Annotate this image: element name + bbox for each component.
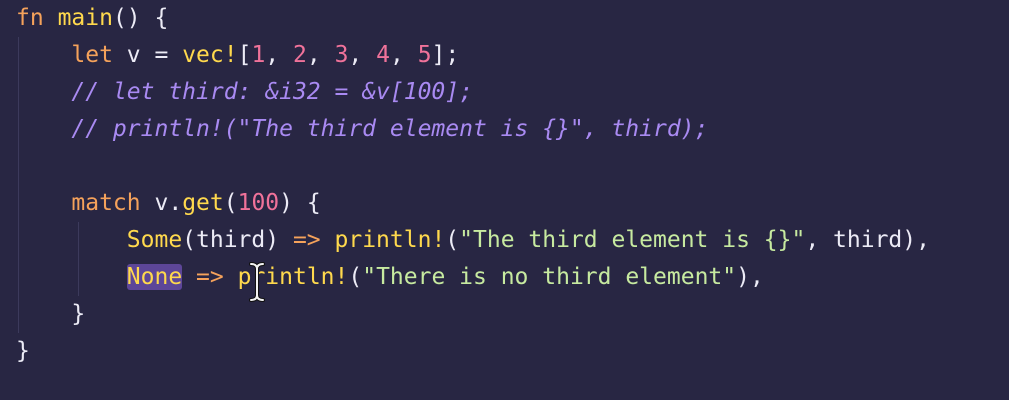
code-line[interactable]: let v = vec![1, 2, 3, 4, 5];	[16, 37, 459, 74]
code-token: (	[445, 227, 460, 253]
code-token: // println!("The third element is {}", t…	[71, 116, 709, 142]
code-token: ,	[389, 42, 418, 68]
code-line[interactable]: }	[16, 333, 30, 370]
code-token: (	[348, 264, 363, 290]
code-token: fn	[16, 5, 44, 31]
code-token: ,	[306, 42, 335, 68]
code-line[interactable]: // let third: &i32 = &v[100];	[16, 74, 473, 111]
code-token: () {	[112, 5, 169, 31]
code-token: main	[57, 5, 113, 31]
code-token: 5	[417, 42, 432, 68]
code-token: match	[71, 190, 141, 216]
code-line[interactable]: // println!("The third element is {}", t…	[16, 111, 708, 148]
code-token: let	[71, 42, 113, 68]
code-token: , third),	[805, 227, 930, 253]
code-token: ,	[348, 42, 377, 68]
code-token: =>	[196, 264, 224, 290]
code-token: 3	[334, 42, 349, 68]
code-token: 1	[251, 42, 266, 68]
code-token: (third)	[182, 227, 293, 253]
code-token: v =	[112, 42, 183, 68]
code-token: }	[71, 301, 86, 327]
code-line[interactable]: match v.get(100) {	[16, 185, 321, 222]
code-line[interactable]: None => println!("There is no third elem…	[16, 259, 764, 296]
code-token: Some	[126, 227, 183, 253]
code-token: ),	[736, 264, 764, 290]
code-token: [	[237, 42, 252, 68]
highlighted-token: None	[126, 264, 183, 290]
code-token: 4	[376, 42, 390, 68]
code-editor[interactable]: fn main() { let v = vec![1, 2, 3, 4, 5];…	[0, 0, 1009, 400]
code-token: =>	[292, 227, 321, 253]
code-token: (	[223, 190, 238, 216]
code-token: // let third: &i32 = &v[100];	[71, 79, 473, 105]
code-token: ,	[265, 42, 293, 68]
code-token: ) {	[279, 190, 321, 216]
code-line[interactable]: Some(third) => println!("The third eleme…	[16, 222, 930, 259]
code-token: get	[182, 190, 224, 216]
code-token: "The third element is {}"	[459, 227, 806, 253]
code-line[interactable]: }	[16, 296, 85, 333]
code-line[interactable]: fn main() {	[16, 0, 168, 37]
code-token: "There is no third element"	[362, 264, 737, 290]
code-token: }	[16, 338, 30, 364]
code-token: v.	[140, 190, 183, 216]
code-token: 2	[293, 42, 307, 68]
code-token: 100	[237, 190, 280, 216]
text-cursor-ibeam-icon	[249, 262, 265, 302]
code-token: println!	[334, 227, 446, 253]
code-token: ];	[431, 42, 460, 68]
code-token: vec!	[182, 42, 238, 68]
